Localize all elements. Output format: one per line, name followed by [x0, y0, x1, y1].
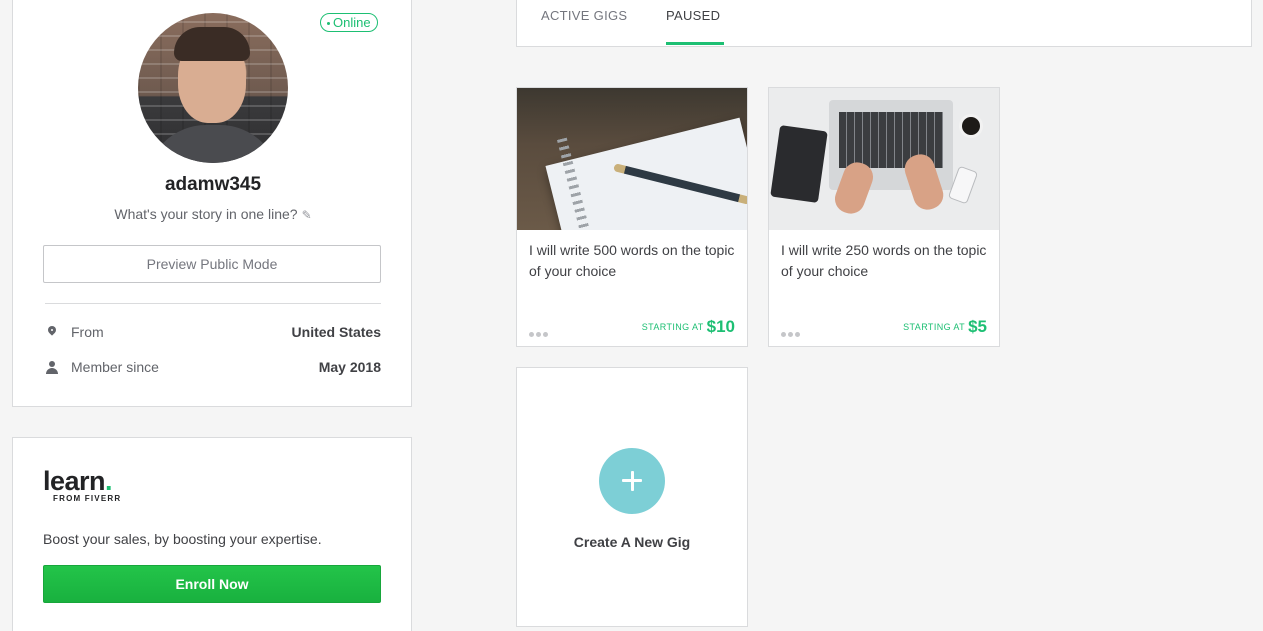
- gig-title[interactable]: I will write 250 words on the topic of y…: [781, 240, 987, 282]
- price-value: $10: [706, 317, 735, 336]
- plus-icon[interactable]: [599, 448, 665, 514]
- enroll-now-button[interactable]: Enroll Now: [43, 565, 381, 603]
- gig-title[interactable]: I will write 500 words on the topic of y…: [529, 240, 735, 282]
- from-value: United States: [291, 324, 381, 340]
- coffee-cup: [959, 114, 983, 138]
- online-status-badge: Online: [320, 13, 378, 32]
- user-icon: [45, 361, 59, 375]
- pencil-icon[interactable]: ✎: [302, 208, 312, 222]
- preview-public-mode-button[interactable]: Preview Public Mode: [43, 245, 381, 283]
- black-notebook: [770, 125, 828, 203]
- from-row: From United States: [45, 324, 381, 344]
- learn-logo-dot: .: [105, 466, 113, 496]
- tagline-text[interactable]: What's your story in one line?: [114, 206, 297, 222]
- create-new-gig-label[interactable]: Create A New Gig: [517, 534, 747, 550]
- starting-at-label: STARTING AT: [641, 322, 704, 332]
- learn-logo-word: learn: [43, 466, 106, 496]
- gig-card[interactable]: I will write 250 words on the topic of y…: [768, 87, 1000, 347]
- create-new-gig-card[interactable]: Create A New Gig: [516, 367, 748, 627]
- learn-promo-text: Boost your sales, by boosting your exper…: [43, 531, 322, 547]
- price-value: $5: [968, 317, 987, 336]
- gig-thumbnail[interactable]: [769, 88, 999, 230]
- avatar-hair: [174, 27, 250, 61]
- tab-selected-indicator: [666, 42, 724, 45]
- member-since-value: May 2018: [318, 359, 381, 375]
- gig-thumbnail[interactable]: [517, 88, 747, 230]
- starting-at-label: STARTING AT: [903, 322, 966, 332]
- learn-promo-card: learn. FROM FIVERR Boost your sales, by …: [12, 437, 412, 631]
- learn-from-fiverr-logo: learn. FROM FIVERR: [43, 466, 122, 504]
- member-since-label: Member since: [71, 359, 159, 375]
- more-options-icon[interactable]: [781, 324, 802, 342]
- gig-price: STARTING AT $10: [642, 317, 735, 337]
- learn-logo-subtitle: FROM FIVERR: [53, 494, 122, 503]
- profile-card: Online adamw345 What's your story in one…: [12, 0, 412, 407]
- divider: [45, 303, 381, 304]
- tab-active-gigs[interactable]: ACTIVE GIGS: [541, 8, 627, 23]
- gig-price: STARTING AT $5: [903, 317, 987, 337]
- gig-tabs: ACTIVE GIGS PAUSED: [516, 0, 1252, 47]
- tab-paused[interactable]: PAUSED: [666, 8, 720, 23]
- online-dot-icon: [327, 22, 330, 26]
- avatar[interactable]: [138, 13, 288, 163]
- gig-card[interactable]: I will write 500 words on the topic of y…: [516, 87, 748, 347]
- tagline-prompt[interactable]: What's your story in one line? ✎: [13, 206, 413, 222]
- member-since-row: Member since May 2018: [45, 359, 381, 379]
- online-status-label: Online: [333, 15, 371, 30]
- location-pin-icon: [45, 326, 59, 340]
- username: adamw345: [164, 174, 262, 195]
- from-label: From: [71, 324, 104, 340]
- more-options-icon[interactable]: [529, 324, 550, 342]
